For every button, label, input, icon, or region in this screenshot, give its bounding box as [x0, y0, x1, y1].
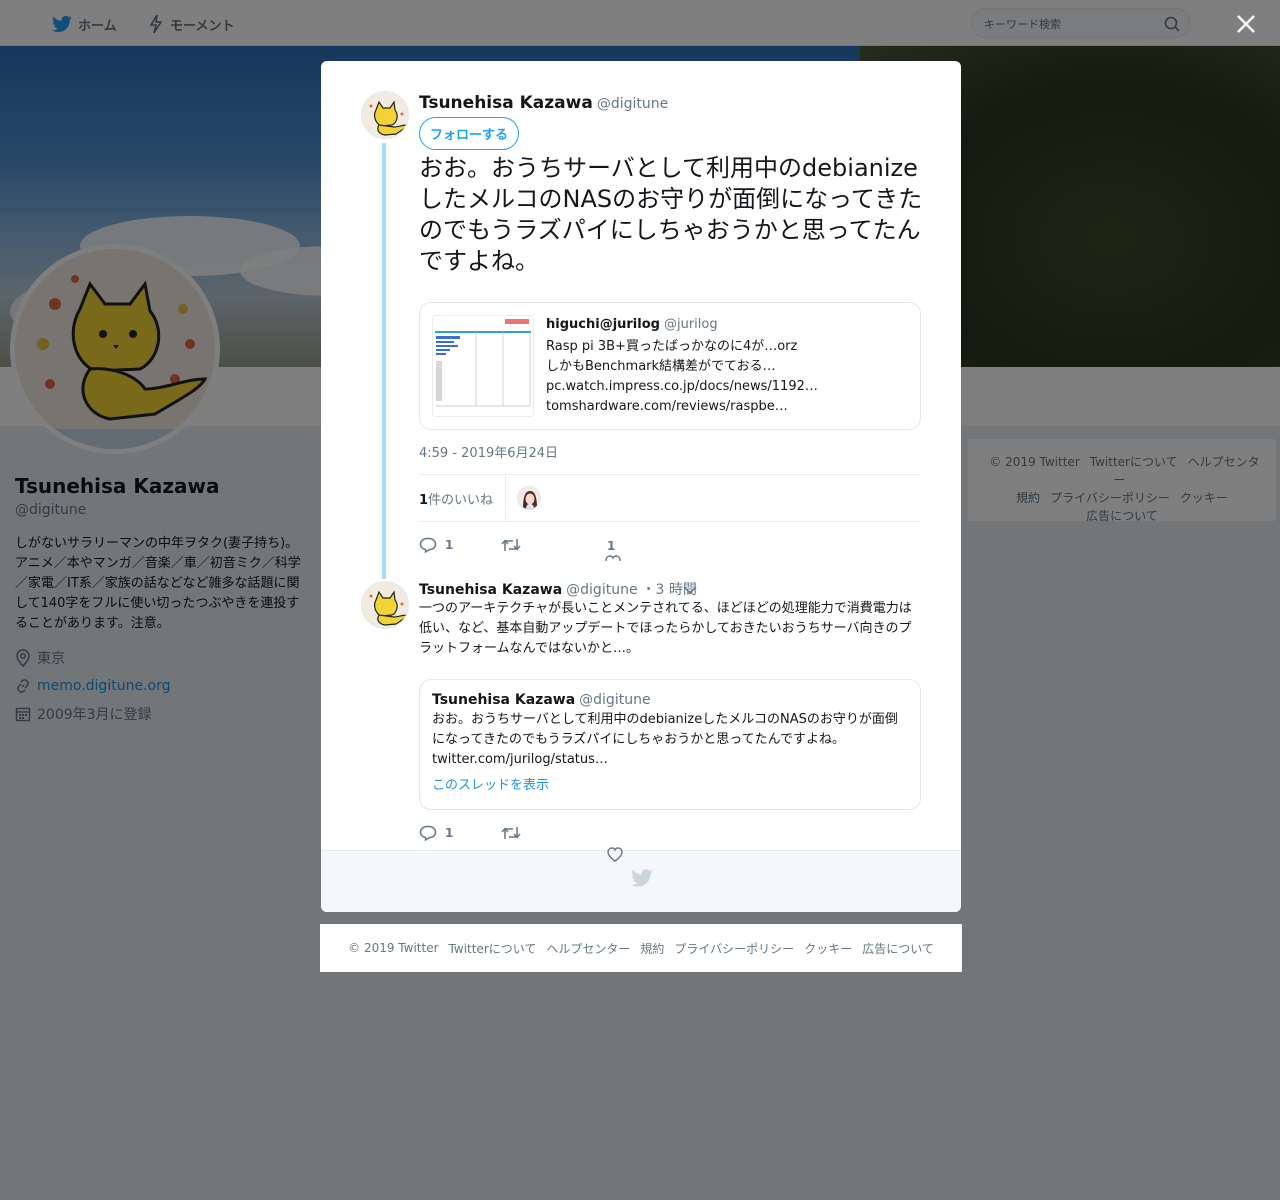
reply-author-name[interactable]: Tsunehisa Kazawa [419, 582, 562, 598]
tweet-author-name[interactable]: Tsunehisa Kazawa [419, 93, 593, 113]
reply-quoted-author-name: Tsunehisa Kazawa [432, 692, 576, 708]
reply-retweet-action[interactable] [501, 825, 529, 841]
tweet-actions: 1 1 [419, 537, 719, 567]
liker-avatar[interactable] [517, 486, 541, 510]
heart-icon[interactable] [607, 847, 623, 862]
twitter-bird-icon [631, 869, 653, 887]
quoted-tweet-line: Rasp pi 3B+買ったばっかなのに4が…orz [546, 339, 798, 354]
reply-count: 1 [445, 538, 454, 552]
reply-icon [419, 825, 437, 841]
tweet-author[interactable]: Tsunehisa Kazawa @digitune [419, 93, 668, 113]
quoted-tweet-author-name: higuchi@jurilog [546, 317, 660, 332]
like-count: 1 [607, 539, 616, 553]
reply-quoted-author: Tsunehisa Kazawa @digitune [432, 692, 908, 708]
quoted-tweet-card[interactable]: higuchi@jurilog @jurilog Rasp pi 3B+買ったばっ… [419, 302, 921, 430]
quoted-tweet-line: pc.watch.impress.co.jp/docs/news/1192… [546, 379, 818, 394]
tweet-text: おお。おうちサーバとして利用中のdebianizeしたメルコのNASのお守りが面… [419, 154, 923, 275]
reply-author[interactable]: Tsunehisa Kazawa @digitune ・3 時間 [419, 579, 697, 599]
reply-text: 一つのアーキテクチャが長いことメンテされてる、ほどほどの処理能力で消費電力は低い… [419, 601, 912, 656]
quoted-tweet-author[interactable]: higuchi@jurilog @jurilog [546, 317, 718, 332]
bottom-footer-cookies-link[interactable]: クッキー [804, 940, 852, 957]
likes-count-link[interactable]: 1件のいいね [419, 489, 493, 508]
close-icon [1234, 12, 1258, 36]
reply-icon [419, 537, 437, 553]
tweet-permalink-modal: Tsunehisa Kazawa @digitune フォローする おお。おうちサ… [321, 61, 961, 912]
reply-reply-action[interactable]: 1 [419, 825, 453, 841]
reply-quoted-link: twitter.com/jurilog/status… [432, 752, 608, 767]
heart-icon [605, 555, 621, 561]
quoted-tweet-line: しかもBenchmark結構差がでておる… [546, 359, 776, 374]
show-thread-link[interactable]: このスレッドを表示 [432, 774, 908, 793]
quoted-tweet-thumbnail [432, 315, 534, 417]
reply-quoted-body: おお。おうちサーバとして利用中のdebianizeしたメルコのNASのお守りが面… [432, 712, 898, 747]
tweet-stats: 1件のいいね [419, 474, 921, 522]
reply-author-avatar[interactable] [361, 581, 409, 629]
retweet-icon [501, 537, 521, 553]
modal-footer-bar [321, 850, 961, 912]
chevron-down-icon[interactable] [683, 585, 697, 595]
tweet-timestamp[interactable]: 4:59 - 2019年6月24日 [419, 442, 558, 461]
quoted-tweet-author-handle: @jurilog [663, 317, 718, 332]
close-button[interactable] [1234, 12, 1258, 36]
retweet-action[interactable] [501, 537, 529, 553]
tweet-author-avatar[interactable] [361, 91, 409, 139]
reply-quoted-tweet[interactable]: Tsunehisa Kazawa @digitune おお。おうちサーバとして利用… [419, 679, 921, 810]
bottom-footer-copyright: © 2019 Twitter [348, 941, 439, 955]
likes-count: 1 [419, 493, 429, 508]
reply-action[interactable]: 1 [419, 537, 453, 553]
bottom-footer-ads-link[interactable]: 広告について [862, 940, 934, 957]
retweet-icon [501, 825, 521, 841]
quoted-tweet-text: Rasp pi 3B+買ったばっかなのに4が…orz しかもBenchmark結… [546, 337, 846, 417]
tweet-author-handle[interactable]: @digitune [597, 96, 668, 112]
stats-divider [505, 475, 506, 521]
reply-reply-count: 1 [445, 826, 454, 840]
likes-label: 件のいいね [428, 493, 494, 508]
bottom-footer-terms-link[interactable]: 規約 [640, 940, 664, 957]
reply-quoted-author-handle: @digitune [579, 692, 651, 708]
like-action[interactable]: 1 [605, 539, 629, 561]
bottom-footer-privacy-link[interactable]: プライバシーポリシー [674, 940, 794, 957]
reply-author-handle[interactable]: @digitune [566, 582, 637, 598]
follow-button[interactable]: フォローする [419, 117, 520, 150]
reply-quoted-text: おお。おうちサーバとして利用中のdebianizeしたメルコのNASのお守りが面… [432, 710, 908, 770]
quoted-tweet-line: tomshardware.com/reviews/raspbe… [546, 399, 788, 414]
bottom-footer-about-link[interactable]: Twitterについて [449, 940, 537, 957]
bottom-footer-help-link[interactable]: ヘルプセンター [546, 940, 630, 957]
thread-connector-line [382, 143, 386, 579]
modal-bottom-footer: © 2019 Twitter Twitterについて ヘルプセンター 規約 プラ… [320, 924, 962, 972]
